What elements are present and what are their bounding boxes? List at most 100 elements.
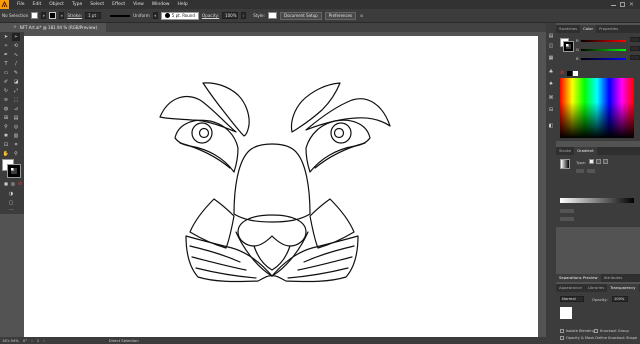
blue-track[interactable] bbox=[581, 58, 626, 60]
scale-tool-icon[interactable]: ⤢ bbox=[12, 87, 20, 95]
green-value-field[interactable] bbox=[630, 46, 640, 51]
fill-dropdown-icon[interactable]: ▾ bbox=[41, 12, 47, 19]
stroke-swatch[interactable] bbox=[49, 12, 57, 19]
gradient-angle-field[interactable] bbox=[587, 169, 595, 173]
opacity-dropdown-icon[interactable]: › bbox=[241, 12, 247, 19]
gradient-location-field[interactable] bbox=[560, 217, 574, 221]
stroke-profile-preview[interactable] bbox=[110, 14, 131, 17]
menu-view[interactable]: View bbox=[129, 0, 148, 9]
blend-tool-icon[interactable]: ◎ bbox=[12, 123, 20, 131]
free-transform-tool-icon[interactable]: ⬚ bbox=[12, 96, 20, 104]
color-spectrum[interactable] bbox=[560, 78, 634, 138]
opacity-mask-checkbox[interactable] bbox=[560, 336, 564, 340]
document-setup-button[interactable]: Document Setup bbox=[280, 11, 322, 20]
rotate-tool-icon[interactable]: ↻ bbox=[2, 87, 10, 95]
tab-color[interactable]: Color bbox=[580, 25, 597, 33]
green-track[interactable] bbox=[581, 49, 626, 51]
artboard[interactable] bbox=[24, 36, 538, 337]
brushes-dock-icon[interactable]: ♣ bbox=[548, 69, 554, 75]
stroke-dropdown-icon[interactable]: ▾ bbox=[59, 12, 65, 19]
gradient-preview-swatch[interactable] bbox=[560, 159, 570, 169]
stroke-weight-field[interactable]: 1 pt bbox=[85, 12, 102, 19]
properties-dock-icon[interactable]: ▤ bbox=[548, 33, 554, 39]
color-black-icon[interactable] bbox=[567, 71, 572, 76]
menu-object[interactable]: Object bbox=[45, 0, 68, 9]
gradient-tool-icon[interactable]: ▤ bbox=[12, 114, 20, 122]
opacity-field[interactable]: 100% bbox=[222, 12, 239, 19]
slice-tool-icon[interactable]: ⌗ bbox=[12, 141, 20, 149]
red-value-field[interactable] bbox=[630, 37, 640, 42]
stroke-profile-label[interactable]: Uniform bbox=[133, 13, 150, 18]
edit-toolbar-icon[interactable]: ··· bbox=[7, 206, 15, 214]
maximize-icon[interactable] bbox=[620, 2, 625, 7]
prev-artboard-icon[interactable]: ‹ bbox=[31, 338, 33, 343]
eraser-tool-icon[interactable]: ◪ bbox=[12, 78, 20, 86]
stroke-gradient-icon[interactable] bbox=[576, 169, 584, 173]
symbol-sprayer-tool-icon[interactable]: ✱ bbox=[2, 132, 10, 140]
tab-transparency[interactable]: Transparency bbox=[607, 284, 639, 292]
fill-stroke-widget[interactable] bbox=[2, 159, 22, 179]
tab-separations-preview[interactable]: Separations Preview bbox=[556, 274, 601, 282]
opacity-mask-option[interactable]: Opacity & Mask Define Knockout Shape bbox=[560, 336, 637, 340]
minimize-icon[interactable] bbox=[611, 3, 616, 6]
rotation-angle[interactable]: 0° bbox=[23, 338, 27, 343]
rectangle-tool-icon[interactable]: ▭ bbox=[2, 69, 10, 77]
fill-swatch[interactable] bbox=[31, 12, 39, 19]
direct-selection-tool-icon[interactable]: ➢ bbox=[12, 33, 20, 41]
transform-dock-icon[interactable]: ⌘ bbox=[548, 95, 554, 101]
knockout-group-checkbox[interactable] bbox=[594, 329, 598, 333]
hand-tool-icon[interactable]: ✋ bbox=[2, 150, 10, 158]
align-dock-icon[interactable]: ⊟ bbox=[548, 107, 554, 113]
line-tool-icon[interactable]: / bbox=[12, 60, 20, 68]
menu-edit[interactable]: Edit bbox=[29, 0, 46, 9]
tab-attributes[interactable]: Attributes bbox=[601, 274, 626, 282]
isolate-blending-checkbox[interactable] bbox=[560, 329, 564, 333]
draw-mode-icon[interactable]: ◑ bbox=[7, 190, 15, 198]
menu-type[interactable]: Type bbox=[68, 0, 86, 9]
next-artboard-icon[interactable]: › bbox=[43, 338, 45, 343]
linear-gradient-icon[interactable] bbox=[589, 159, 594, 164]
shape-builder-tool-icon[interactable]: ◍ bbox=[2, 105, 10, 113]
tab-properties[interactable]: Properties bbox=[596, 25, 621, 33]
symbols-dock-icon[interactable]: ♠ bbox=[548, 81, 554, 87]
artboard-number[interactable]: 1 bbox=[37, 338, 39, 343]
app-logo-icon[interactable] bbox=[0, 0, 9, 9]
menu-file[interactable]: File bbox=[13, 0, 29, 9]
green-slider[interactable]: G bbox=[576, 46, 640, 52]
libraries-dock-icon[interactable]: ▦ bbox=[548, 55, 554, 61]
perspective-grid-tool-icon[interactable]: ⊿ bbox=[12, 105, 20, 113]
isolate-blending-option[interactable]: Isolate Blending bbox=[560, 329, 595, 333]
close-tab-icon[interactable]: × bbox=[13, 25, 17, 30]
pen-tool-icon[interactable]: ✒ bbox=[2, 51, 10, 59]
artboard-tool-icon[interactable]: ⊡ bbox=[2, 141, 10, 149]
width-tool-icon[interactable]: ≋ bbox=[2, 96, 10, 104]
curvature-tool-icon[interactable]: ∿ bbox=[12, 51, 20, 59]
color-stroke-box[interactable] bbox=[563, 41, 574, 52]
red-slider[interactable]: R bbox=[576, 37, 640, 43]
paintbrush-tool-icon[interactable]: ✎ bbox=[12, 69, 20, 77]
magic-wand-tool-icon[interactable]: ✧ bbox=[2, 42, 10, 50]
menu-select[interactable]: Select bbox=[86, 0, 108, 9]
profile-dropdown-icon[interactable]: ▾ bbox=[152, 12, 158, 19]
color-none-icon[interactable]: ⊘ bbox=[560, 71, 565, 76]
menu-effect[interactable]: Effect bbox=[108, 0, 129, 9]
transparency-opacity-field[interactable]: 100% bbox=[612, 296, 628, 302]
menu-help[interactable]: Help bbox=[174, 0, 192, 9]
tab-swatches[interactable]: Swatches bbox=[556, 25, 580, 33]
color-white-icon[interactable] bbox=[573, 71, 578, 76]
menu-window[interactable]: Window bbox=[148, 0, 174, 9]
eyedropper-tool-icon[interactable]: ⚲ bbox=[2, 123, 10, 131]
tiger-face-artwork[interactable] bbox=[24, 36, 538, 337]
zoom-level[interactable]: 181.94% bbox=[2, 338, 19, 343]
lasso-tool-icon[interactable]: ⟲ bbox=[12, 42, 20, 50]
type-tool-icon[interactable]: T bbox=[2, 60, 10, 68]
gradient-opacity-field[interactable] bbox=[560, 209, 574, 213]
brush-definition[interactable]: 5 pt. Round bbox=[160, 11, 199, 20]
tab-stroke[interactable]: Stroke bbox=[556, 147, 574, 155]
zoom-tool-icon[interactable]: ⚲ bbox=[12, 150, 20, 158]
graph-tool-icon[interactable]: ▥ bbox=[12, 132, 20, 140]
shaper-tool-icon[interactable]: ✐ bbox=[2, 78, 10, 86]
knockout-group-option[interactable]: Knockout Group bbox=[594, 329, 629, 333]
pathfinder-dock-icon[interactable]: ◧ bbox=[548, 123, 554, 129]
arrange-icon[interactable]: ⊞ bbox=[359, 12, 364, 19]
